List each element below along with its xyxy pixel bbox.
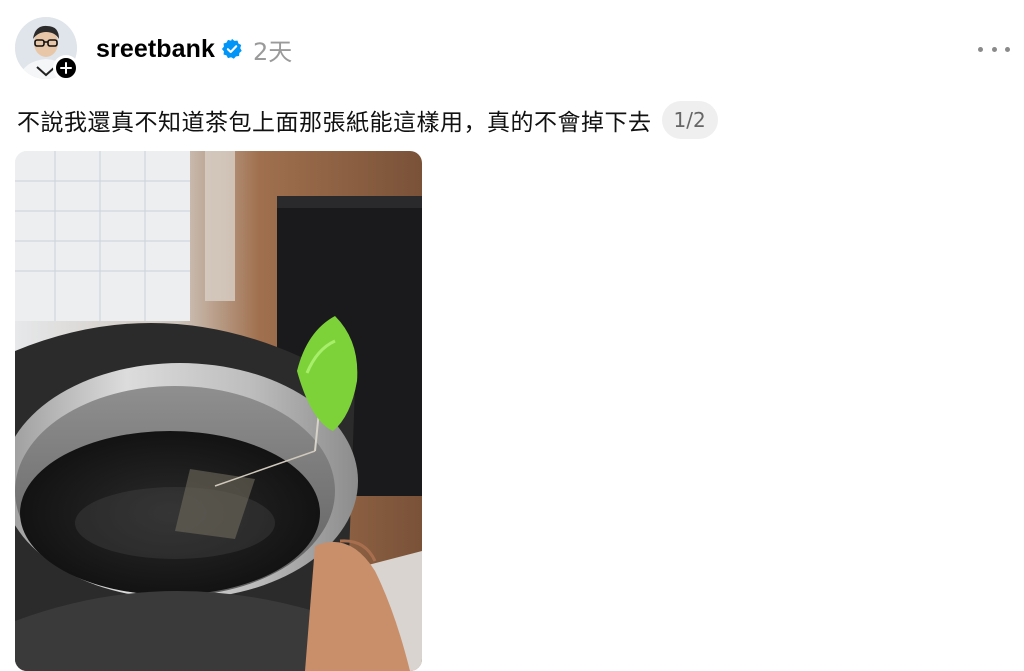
more-dot [991, 46, 997, 52]
caption-row: 不說我還真不知道茶包上面那張紙能這樣用，真的不會掉下去 1/2 [17, 100, 718, 140]
post-caption: 不說我還真不知道茶包上面那張紙能這樣用，真的不會掉下去 [17, 110, 652, 136]
plus-icon [60, 62, 72, 74]
media-page-indicator: 1/2 [661, 101, 718, 139]
more-horizontal-icon [978, 46, 983, 52]
more-dot [1005, 46, 1010, 52]
post-media-image[interactable] [15, 151, 422, 671]
tea-cup-photo [15, 151, 422, 671]
post-timestamp[interactable]: 2天 [253, 32, 292, 67]
username-link[interactable]: sreetbank [96, 35, 215, 64]
post-header: sreetbank 2天 [96, 32, 292, 67]
avatar-container[interactable] [15, 17, 79, 81]
more-options-button[interactable] [978, 36, 1010, 62]
follow-button[interactable] [53, 55, 79, 81]
verified-badge-icon [221, 38, 243, 60]
